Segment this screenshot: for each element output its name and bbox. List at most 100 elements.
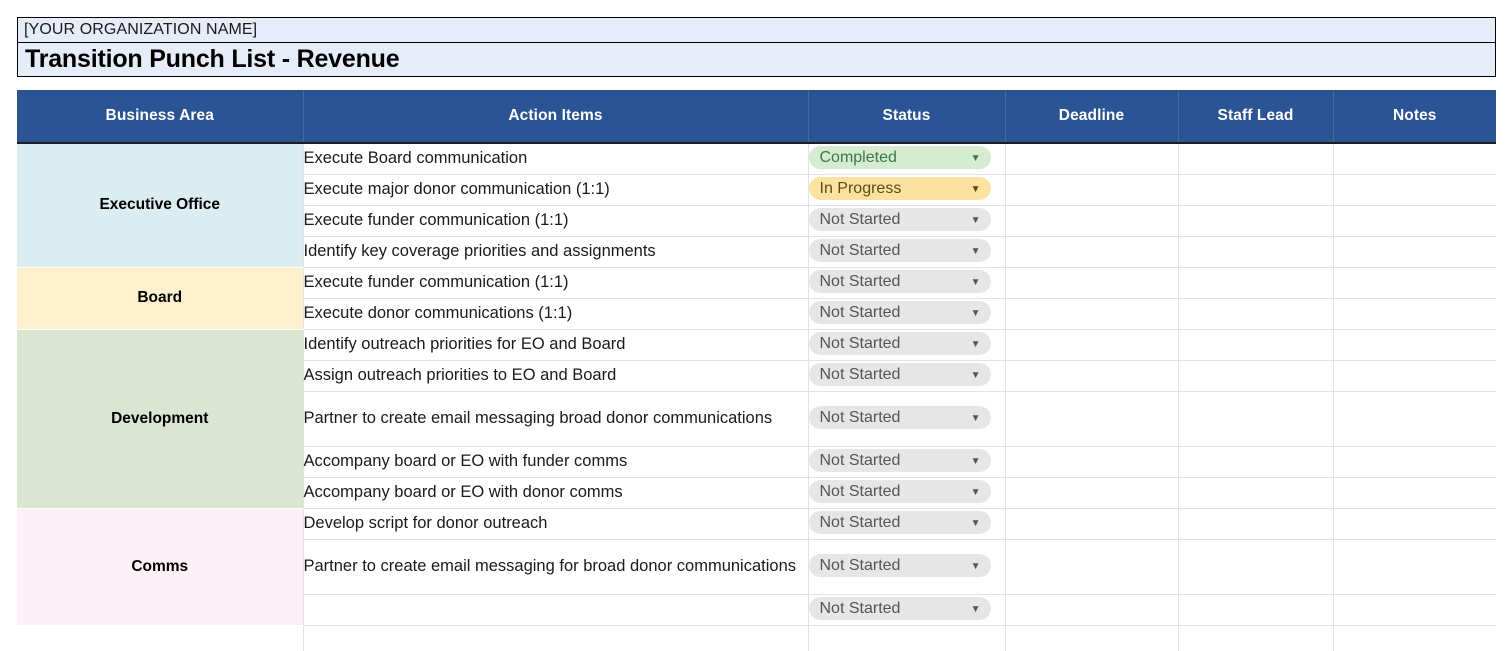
chevron-down-icon[interactable]: ▼	[971, 339, 981, 350]
action-item-cell[interactable]: Identify outreach priorities for EO and …	[303, 329, 809, 361]
action-item-cell[interactable]: Execute major donor communication (1:1)	[303, 174, 809, 206]
staff-lead-cell[interactable]	[1178, 539, 1334, 595]
status-cell[interactable]: Not Started ▼	[808, 446, 1006, 478]
staff-lead-cell[interactable]	[1178, 143, 1334, 175]
status-badge[interactable]: Not Started ▼	[808, 363, 991, 386]
status-cell[interactable]: Completed ▼	[808, 143, 1006, 175]
empty-cell[interactable]	[1178, 625, 1334, 651]
action-item-cell[interactable]: Execute donor communications (1:1)	[303, 298, 809, 330]
status-badge[interactable]: Not Started ▼	[808, 406, 991, 429]
business-area-cell[interactable]: Board	[17, 267, 304, 330]
notes-cell[interactable]	[1333, 391, 1496, 447]
empty-cell[interactable]	[808, 625, 1006, 651]
status-cell[interactable]: Not Started ▼	[808, 298, 1006, 330]
chevron-down-icon[interactable]: ▼	[971, 456, 981, 467]
staff-lead-cell[interactable]	[1178, 477, 1334, 509]
status-badge[interactable]: Not Started ▼	[808, 239, 991, 262]
action-item-cell[interactable]: Execute funder communication (1:1)	[303, 205, 809, 237]
chevron-down-icon[interactable]: ▼	[971, 215, 981, 226]
staff-lead-cell[interactable]	[1178, 508, 1334, 540]
column-header-notes[interactable]: Notes	[1333, 90, 1496, 144]
notes-cell[interactable]	[1333, 539, 1496, 595]
action-item-cell[interactable]: Execute funder communication (1:1)	[303, 267, 809, 299]
status-cell[interactable]: Not Started ▼	[808, 477, 1006, 509]
chevron-down-icon[interactable]: ▼	[971, 277, 981, 288]
chevron-down-icon[interactable]: ▼	[971, 518, 981, 529]
staff-lead-cell[interactable]	[1178, 236, 1334, 268]
staff-lead-cell[interactable]	[1178, 594, 1334, 626]
notes-cell[interactable]	[1333, 446, 1496, 478]
status-badge[interactable]: Not Started ▼	[808, 208, 991, 231]
status-badge[interactable]: Completed ▼	[808, 146, 991, 170]
action-item-cell[interactable]: Develop script for donor outreach	[303, 508, 809, 540]
deadline-cell[interactable]	[1005, 236, 1179, 268]
notes-cell[interactable]	[1333, 329, 1496, 361]
deadline-cell[interactable]	[1005, 508, 1179, 540]
empty-cell[interactable]	[303, 625, 809, 651]
staff-lead-cell[interactable]	[1178, 329, 1334, 361]
action-item-cell[interactable]: Assign outreach priorities to EO and Boa…	[303, 360, 809, 392]
notes-cell[interactable]	[1333, 477, 1496, 509]
chevron-down-icon[interactable]: ▼	[971, 370, 981, 381]
status-badge[interactable]: Not Started ▼	[808, 511, 991, 534]
chevron-down-icon[interactable]: ▼	[971, 604, 981, 615]
empty-cell[interactable]	[17, 625, 304, 651]
chevron-down-icon[interactable]: ▼	[971, 184, 981, 195]
notes-cell[interactable]	[1333, 298, 1496, 330]
staff-lead-cell[interactable]	[1178, 267, 1334, 299]
status-cell[interactable]: Not Started ▼	[808, 594, 1006, 626]
chevron-down-icon[interactable]: ▼	[971, 308, 981, 319]
status-cell[interactable]: Not Started ▼	[808, 539, 1006, 595]
notes-cell[interactable]	[1333, 205, 1496, 237]
deadline-cell[interactable]	[1005, 391, 1179, 447]
chevron-down-icon[interactable]: ▼	[971, 153, 981, 164]
action-item-cell[interactable]: Accompany board or EO with donor comms	[303, 477, 809, 509]
deadline-cell[interactable]	[1005, 298, 1179, 330]
status-badge[interactable]: Not Started ▼	[808, 554, 991, 577]
column-header-action-items[interactable]: Action Items	[303, 90, 809, 144]
empty-cell[interactable]	[1005, 625, 1179, 651]
deadline-cell[interactable]	[1005, 594, 1179, 626]
action-item-cell[interactable]	[303, 594, 809, 626]
staff-lead-cell[interactable]	[1178, 391, 1334, 447]
status-cell[interactable]: Not Started ▼	[808, 360, 1006, 392]
deadline-cell[interactable]	[1005, 143, 1179, 175]
status-cell[interactable]: Not Started ▼	[808, 508, 1006, 540]
status-cell[interactable]: In Progress ▼	[808, 174, 1006, 206]
column-header-deadline[interactable]: Deadline	[1005, 90, 1179, 144]
business-area-cell[interactable]: Development	[17, 329, 304, 509]
deadline-cell[interactable]	[1005, 205, 1179, 237]
organization-name-cell[interactable]: [YOUR ORGANIZATION NAME]	[17, 17, 1496, 43]
notes-cell[interactable]	[1333, 594, 1496, 626]
chevron-down-icon[interactable]: ▼	[971, 413, 981, 424]
action-item-cell[interactable]: Partner to create email messaging for br…	[303, 539, 809, 595]
staff-lead-cell[interactable]	[1178, 174, 1334, 206]
staff-lead-cell[interactable]	[1178, 298, 1334, 330]
column-header-business-area[interactable]: Business Area	[17, 90, 304, 144]
notes-cell[interactable]	[1333, 236, 1496, 268]
sheet-title-cell[interactable]: Transition Punch List - Revenue	[17, 43, 1496, 77]
empty-cell[interactable]	[1333, 625, 1496, 651]
action-item-cell[interactable]: Partner to create email messaging broad …	[303, 391, 809, 447]
status-badge[interactable]: Not Started ▼	[808, 301, 991, 324]
notes-cell[interactable]	[1333, 360, 1496, 392]
status-badge[interactable]: Not Started ▼	[808, 480, 991, 503]
deadline-cell[interactable]	[1005, 329, 1179, 361]
status-cell[interactable]: Not Started ▼	[808, 267, 1006, 299]
notes-cell[interactable]	[1333, 267, 1496, 299]
deadline-cell[interactable]	[1005, 539, 1179, 595]
column-header-status[interactable]: Status	[808, 90, 1006, 144]
status-badge[interactable]: Not Started ▼	[808, 449, 991, 472]
notes-cell[interactable]	[1333, 143, 1496, 175]
staff-lead-cell[interactable]	[1178, 360, 1334, 392]
status-cell[interactable]: Not Started ▼	[808, 205, 1006, 237]
action-item-cell[interactable]: Identify key coverage priorities and ass…	[303, 236, 809, 268]
action-item-cell[interactable]: Execute Board communication	[303, 143, 809, 175]
chevron-down-icon[interactable]: ▼	[971, 246, 981, 257]
status-cell[interactable]: Not Started ▼	[808, 391, 1006, 447]
notes-cell[interactable]	[1333, 174, 1496, 206]
status-cell[interactable]: Not Started ▼	[808, 329, 1006, 361]
status-badge[interactable]: In Progress ▼	[808, 177, 991, 200]
status-badge[interactable]: Not Started ▼	[808, 270, 991, 293]
deadline-cell[interactable]	[1005, 446, 1179, 478]
